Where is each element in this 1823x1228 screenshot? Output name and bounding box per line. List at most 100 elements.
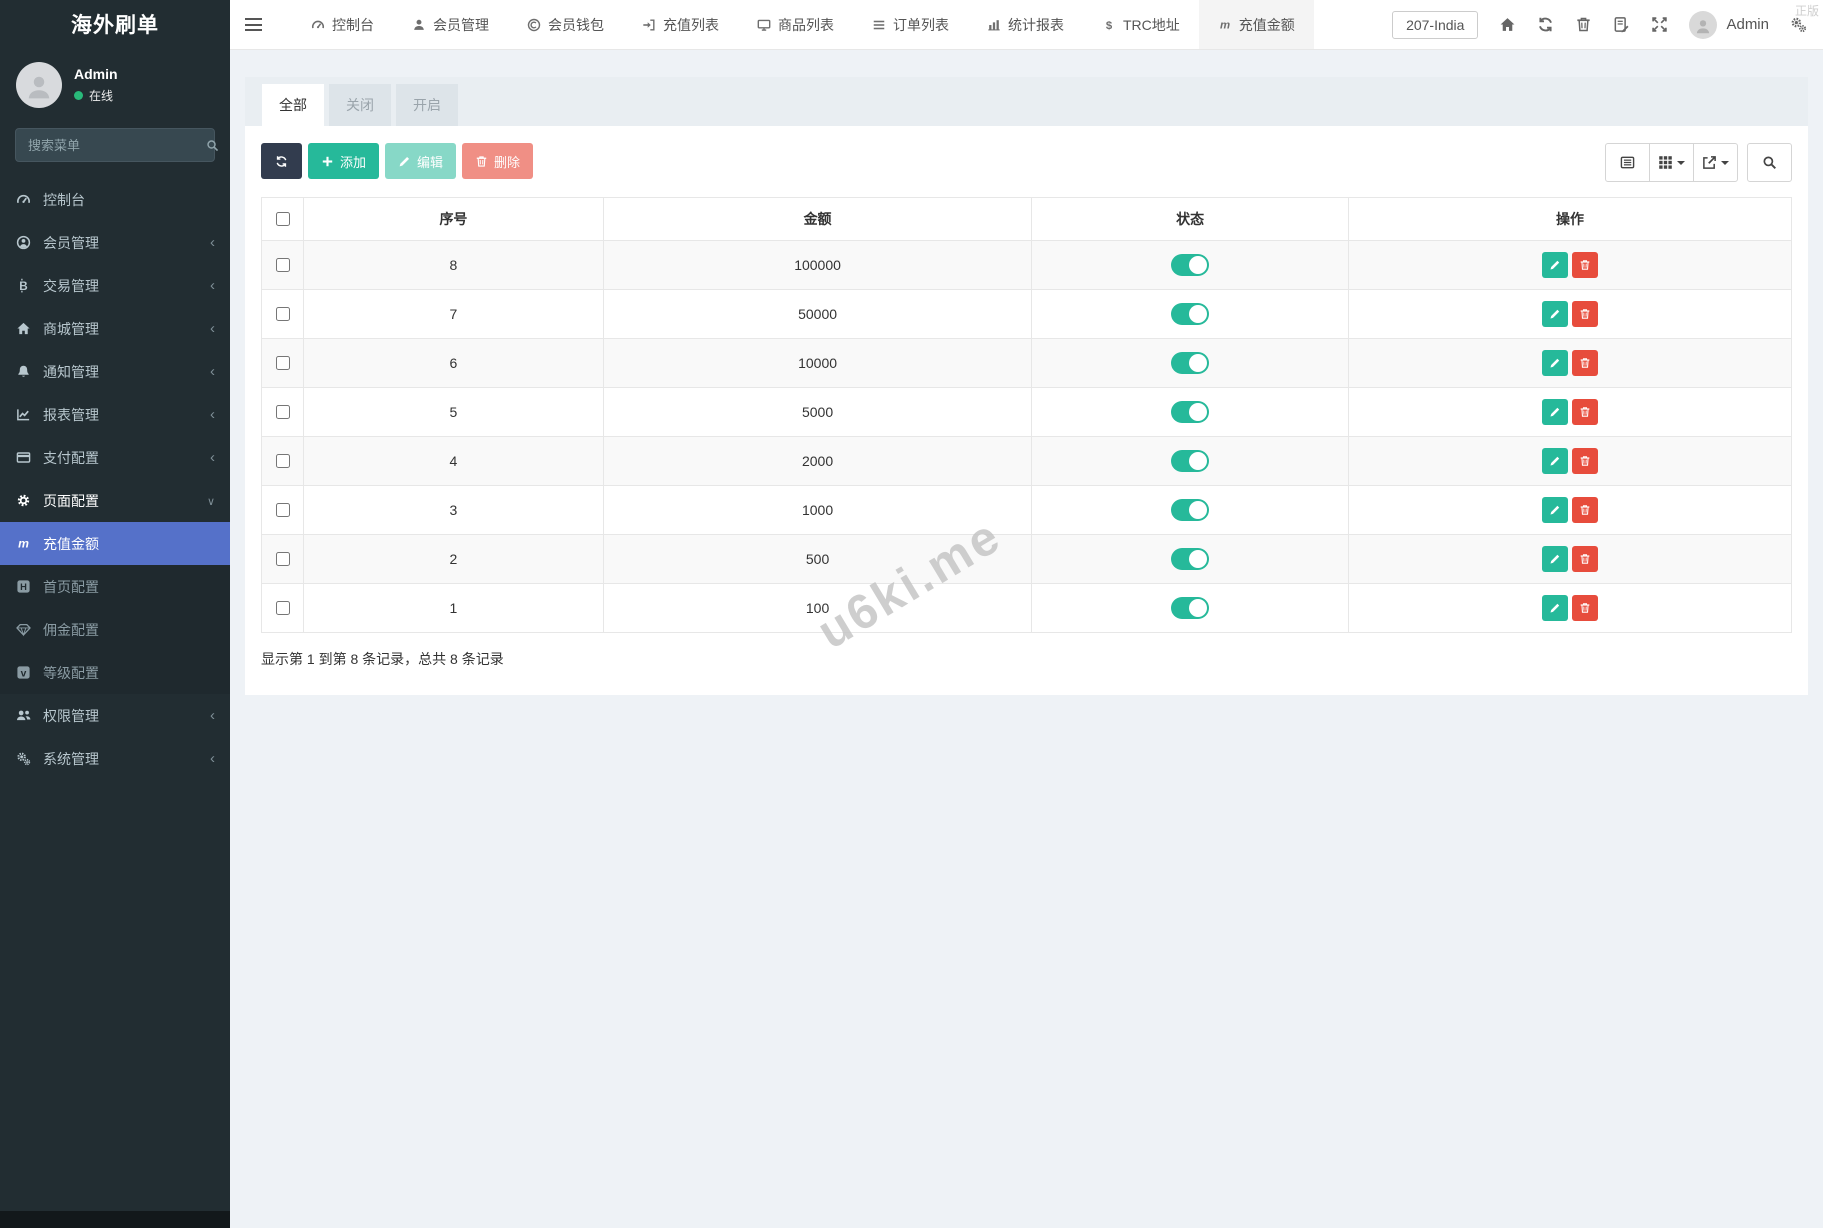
table-row: 5 5000 — [261, 387, 1793, 437]
row-edit-button[interactable] — [1541, 399, 1568, 425]
row-edit-button[interactable] — [1541, 546, 1568, 572]
sidebar-item-members[interactable]: 会员管理 — [0, 221, 230, 264]
user-menu[interactable]: Admin — [1689, 10, 1769, 39]
add-button[interactable]: 添加 — [308, 143, 380, 179]
row-checkbox[interactable] — [276, 258, 290, 272]
sidebar-item-homepage-config[interactable]: 首页配置 — [0, 565, 230, 608]
trash-icon[interactable] — [1575, 16, 1592, 33]
select-all-checkbox[interactable] — [276, 212, 290, 226]
pencil-icon — [398, 155, 411, 168]
search-icon[interactable] — [206, 139, 219, 152]
status-toggle[interactable] — [1171, 352, 1210, 374]
sidebar-item-system[interactable]: 系统管理 — [0, 737, 230, 780]
sidebar-item-page-config[interactable]: 页面配置 — [0, 479, 230, 522]
sidebar-item-recharge-amount[interactable]: 充值金额 — [0, 522, 230, 565]
expand-icon[interactable] — [1651, 16, 1668, 33]
columns-grid-icon — [1658, 155, 1673, 170]
status-toggle[interactable] — [1171, 548, 1210, 570]
sidebar-item-payment[interactable]: 支付配置 — [0, 436, 230, 479]
refresh-icon[interactable] — [1537, 16, 1554, 33]
row-delete-button[interactable] — [1571, 399, 1598, 425]
status-toggle[interactable] — [1171, 401, 1210, 423]
log-icon[interactable] — [1613, 16, 1630, 33]
tab-trc-address[interactable]: TRC地址 — [1083, 0, 1199, 49]
sidebar-item-notice[interactable]: 通知管理 — [0, 350, 230, 393]
row-edit-button[interactable] — [1541, 448, 1568, 474]
refresh-button[interactable] — [261, 143, 302, 179]
sidebar-item-mall[interactable]: 商城管理 — [0, 307, 230, 350]
home-icon[interactable] — [1499, 16, 1516, 33]
sidebar-item-level-config[interactable]: 等级配置 — [0, 651, 230, 694]
row-delete-button[interactable] — [1571, 301, 1598, 327]
tab-recharge-list[interactable]: 充值列表 — [623, 0, 738, 49]
sidebar-toggle-button[interactable] — [230, 0, 276, 49]
row-delete-button[interactable] — [1571, 497, 1598, 523]
user-icon — [412, 18, 426, 32]
caret-down-icon — [1721, 160, 1729, 165]
row-edit-button[interactable] — [1541, 497, 1568, 523]
row-amount: 50000 — [602, 289, 1033, 339]
line-chart-icon — [15, 407, 32, 423]
row-delete-button[interactable] — [1571, 595, 1598, 621]
edit-button[interactable]: 编辑 — [385, 143, 457, 179]
row-edit-button[interactable] — [1541, 350, 1568, 376]
sidebar-item-permissions[interactable]: 权限管理 — [0, 694, 230, 737]
tab-product-list[interactable]: 商品列表 — [738, 0, 853, 49]
row-checkbox[interactable] — [276, 601, 290, 615]
tab-dashboard[interactable]: 控制台 — [292, 0, 393, 49]
status-toggle[interactable] — [1171, 499, 1210, 521]
row-id: 3 — [303, 485, 604, 535]
filter-tab-open[interactable]: 开启 — [396, 84, 458, 126]
trash-icon — [1579, 357, 1591, 369]
column-header-amount[interactable]: 金额 — [602, 197, 1033, 241]
app-title[interactable]: 海外刷单 — [0, 0, 230, 52]
delete-button[interactable]: 删除 — [462, 143, 534, 179]
table-search-button[interactable] — [1747, 143, 1792, 182]
sidebar-item-dashboard[interactable]: 控制台 — [0, 178, 230, 221]
sidebar-item-trade[interactable]: 交易管理 — [0, 264, 230, 307]
row-delete-button[interactable] — [1571, 350, 1598, 376]
recharge-amount-table: 序号 金额 状态 操作 8 100000 7 50000 6 10000 5 5000 … — [261, 197, 1793, 633]
status-toggle[interactable] — [1171, 450, 1210, 472]
columns-button[interactable] — [1649, 143, 1694, 182]
export-button[interactable] — [1693, 143, 1738, 182]
row-delete-button[interactable] — [1571, 252, 1598, 278]
cogs-icon — [15, 751, 32, 767]
row-checkbox[interactable] — [276, 356, 290, 370]
tab-order-list[interactable]: 订单列表 — [853, 0, 968, 49]
row-edit-button[interactable] — [1541, 252, 1568, 278]
row-checkbox[interactable] — [276, 503, 290, 517]
sidebar-user-name: Admin — [74, 66, 118, 82]
pencil-icon — [1549, 455, 1561, 467]
panel-body: 添加 编辑 删除 序号 金额 状态 操作 8 100000 7 50000 6 … — [245, 126, 1808, 695]
row-delete-button[interactable] — [1571, 448, 1598, 474]
column-header-status[interactable]: 状态 — [1031, 197, 1349, 241]
status-toggle[interactable] — [1171, 303, 1210, 325]
row-checkbox[interactable] — [276, 405, 290, 419]
v-square-icon — [15, 665, 32, 681]
region-button[interactable]: 207-India — [1392, 10, 1479, 39]
filter-tab-all[interactable]: 全部 — [262, 84, 324, 126]
row-checkbox[interactable] — [276, 552, 290, 566]
row-edit-button[interactable] — [1541, 301, 1568, 327]
tab-statistics[interactable]: 统计报表 — [968, 0, 1083, 49]
tab-member-wallet[interactable]: 会员钱包 — [508, 0, 623, 49]
row-checkbox[interactable] — [276, 454, 290, 468]
filter-tab-closed[interactable]: 关闭 — [329, 84, 391, 126]
row-id: 5 — [303, 387, 604, 437]
status-toggle[interactable] — [1171, 597, 1210, 619]
row-delete-button[interactable] — [1571, 546, 1598, 572]
sidebar-search-input[interactable] — [26, 136, 206, 154]
plus-icon — [321, 155, 334, 168]
column-header-id[interactable]: 序号 — [303, 197, 604, 241]
trash-icon — [475, 155, 488, 168]
sidebar-item-reports[interactable]: 报表管理 — [0, 393, 230, 436]
row-edit-button[interactable] — [1541, 595, 1568, 621]
tab-members[interactable]: 会员管理 — [393, 0, 508, 49]
sidebar-item-commission-config[interactable]: 佣金配置 — [0, 608, 230, 651]
tab-recharge-amount[interactable]: 充值金额 — [1198, 0, 1314, 49]
chevron-down-icon — [207, 493, 215, 508]
detail-view-button[interactable] — [1605, 143, 1650, 182]
row-checkbox[interactable] — [276, 307, 290, 321]
status-toggle[interactable] — [1171, 254, 1210, 276]
